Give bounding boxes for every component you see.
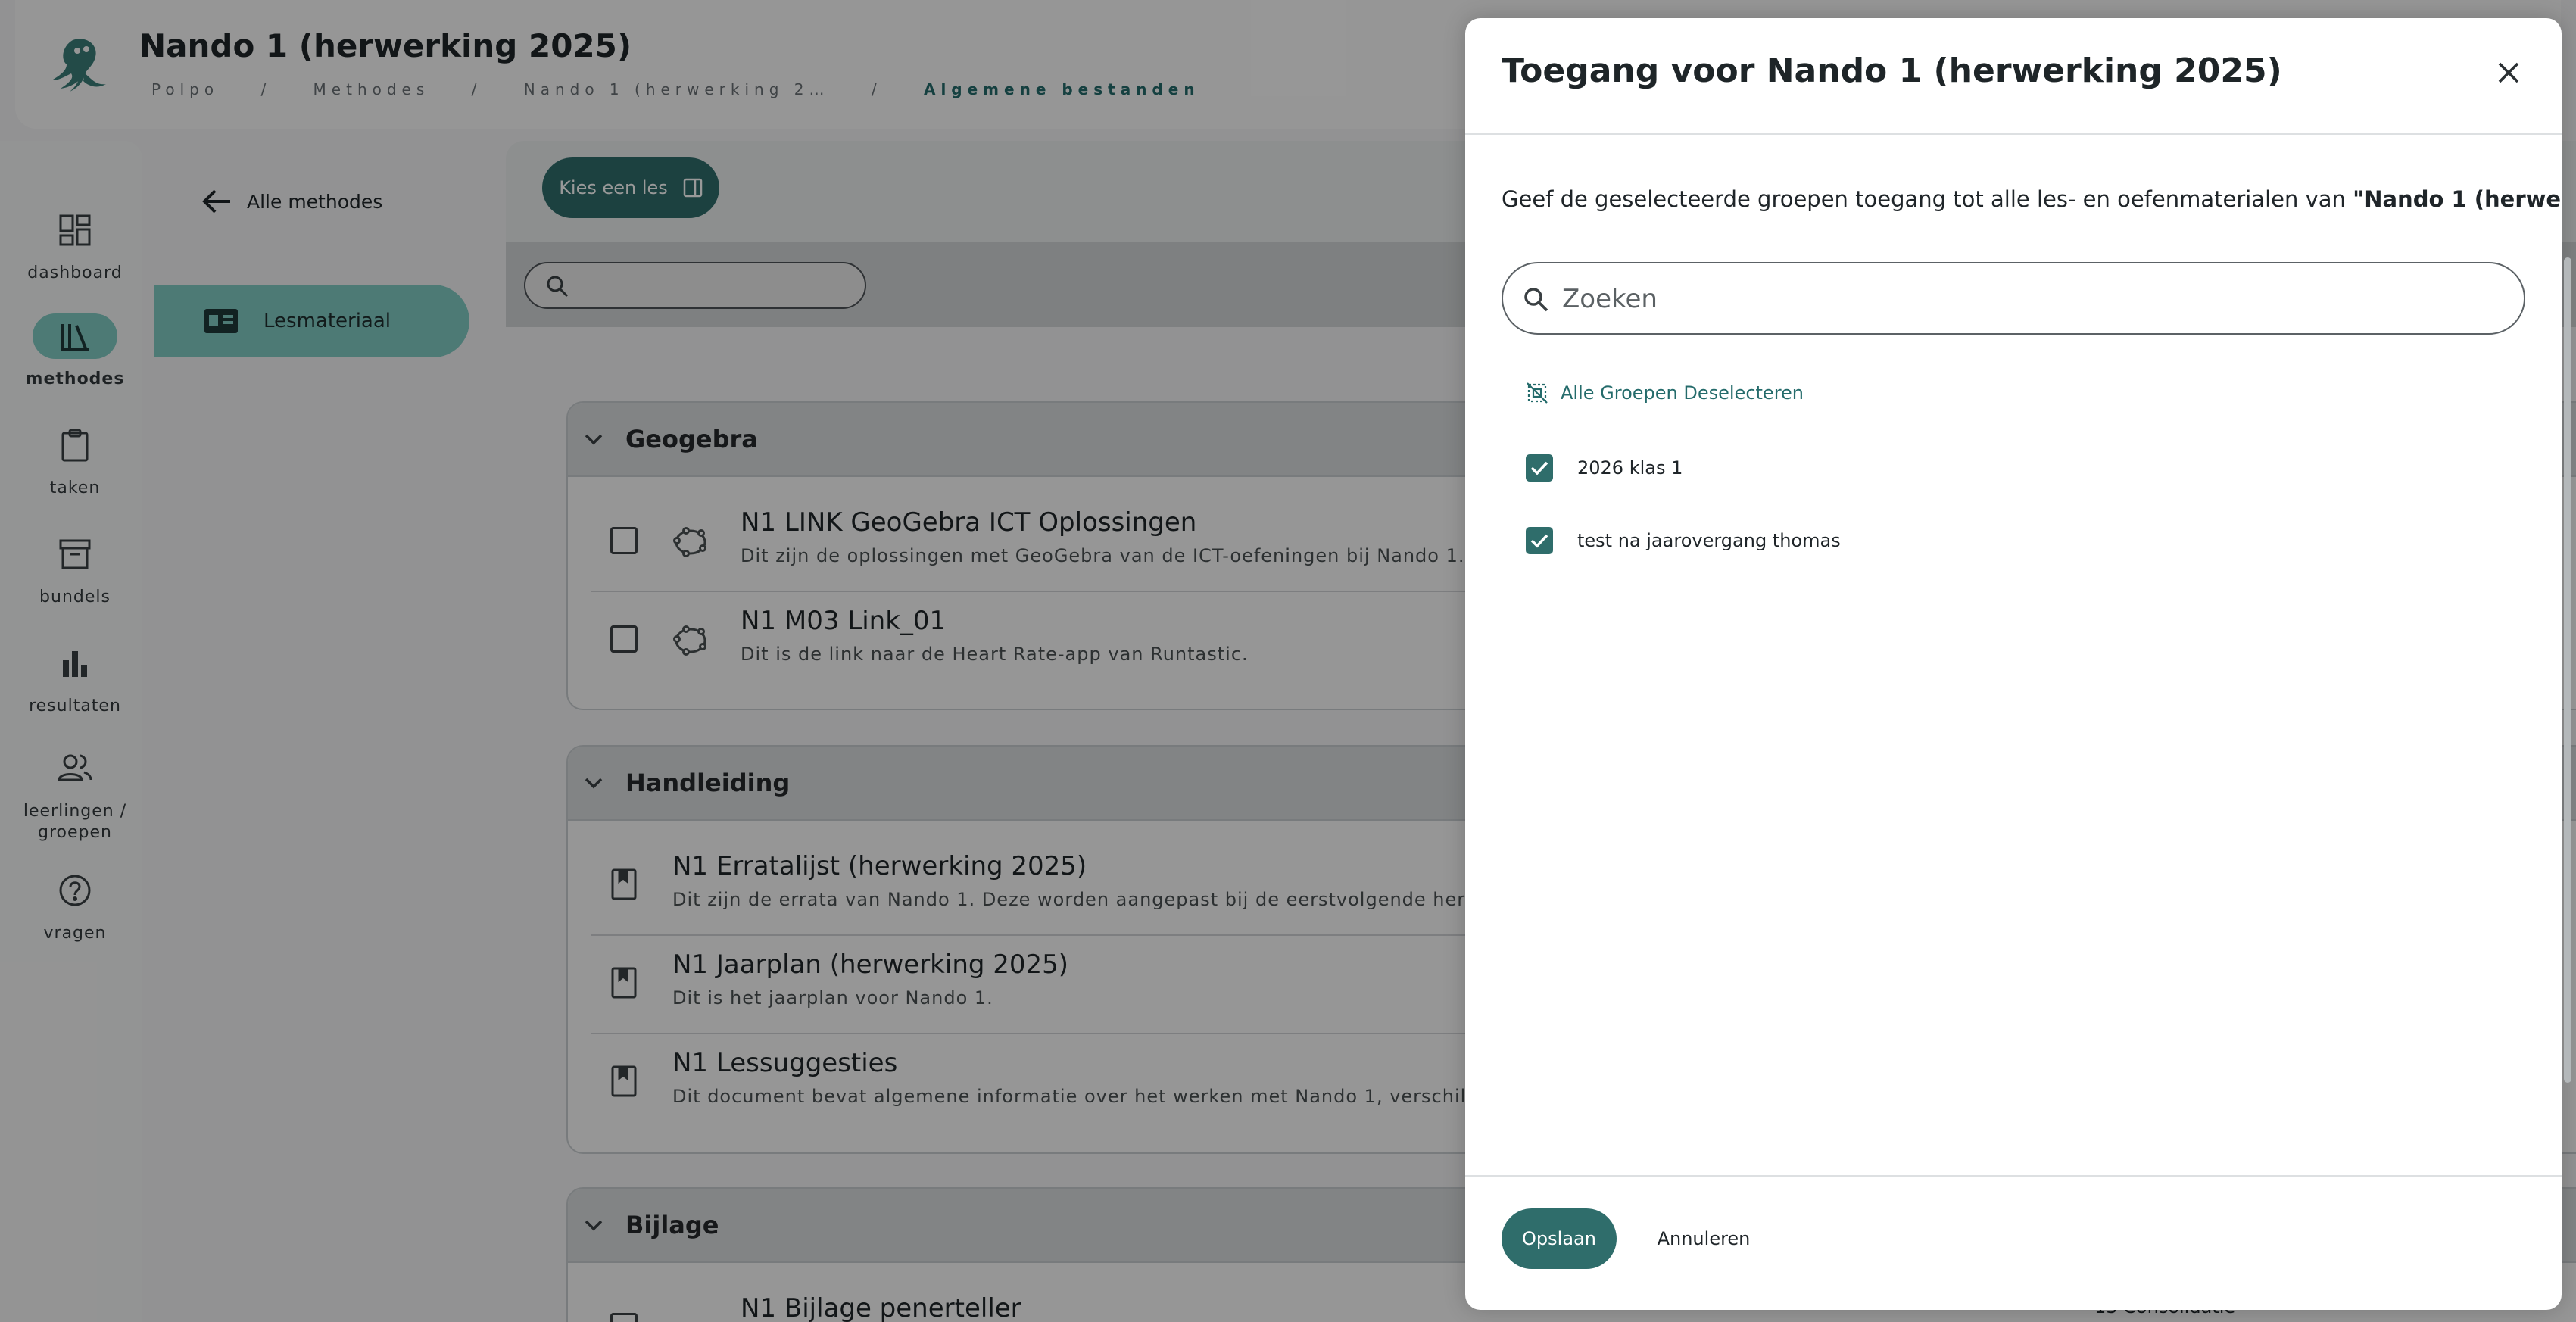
divider xyxy=(1465,1175,2562,1177)
group-search-field[interactable] xyxy=(1502,262,2525,335)
deselect-all-button[interactable]: Alle Groepen Deselecteren xyxy=(1526,382,1804,404)
scrollbar[interactable] xyxy=(2564,257,2571,1083)
app-root: Nando 1 (herwerking 2025) Polpo / Method… xyxy=(0,0,2576,1322)
group-search-input[interactable] xyxy=(1562,277,2501,321)
group-name: test na jaarovergang thomas xyxy=(1577,530,1841,551)
save-button[interactable]: Opslaan xyxy=(1502,1208,1617,1269)
group-checkbox[interactable] xyxy=(1526,527,1553,554)
group-option-2026-klas-1[interactable]: 2026 klas 1 xyxy=(1526,454,1683,482)
group-option-test-na-jaarovergang-thomas[interactable]: test na jaarovergang thomas xyxy=(1526,527,1841,554)
checkmark-icon xyxy=(1530,534,1548,548)
dialog-title: Toegang voor Nando 1 (herwerking 2025) xyxy=(1502,51,2282,90)
search-icon xyxy=(1524,288,1548,312)
deselect-icon xyxy=(1527,382,1548,404)
group-checkbox[interactable] xyxy=(1526,454,1553,482)
group-name: 2026 klas 1 xyxy=(1577,457,1683,479)
checkmark-icon xyxy=(1530,461,1548,475)
close-icon[interactable] xyxy=(2492,56,2525,89)
cancel-button[interactable]: Annuleren xyxy=(1639,1208,1768,1269)
access-dialog: Toegang voor Nando 1 (herwerking 2025) G… xyxy=(1465,18,2562,1310)
deselect-label: Alle Groepen Deselecteren xyxy=(1561,382,1804,404)
description-method-name: "Nando 1 (herwerking 2025)" xyxy=(2353,186,2562,212)
dialog-description: Geef de geselecteerde groepen toegang to… xyxy=(1502,186,2562,212)
divider xyxy=(1465,133,2562,135)
description-text: Geef de geselecteerde groepen toegang to… xyxy=(1502,186,2353,212)
